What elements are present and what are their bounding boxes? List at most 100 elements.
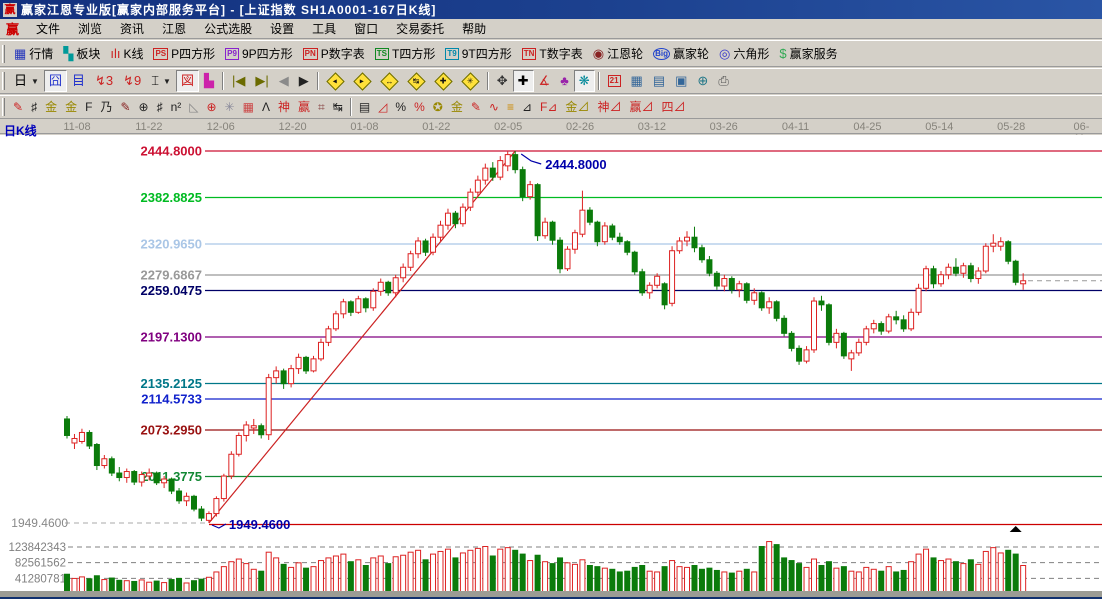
gold-circle-button[interactable]: ✪	[429, 96, 447, 118]
compress-button[interactable]: ↔	[376, 70, 403, 92]
menu-item-1[interactable]: 浏览	[69, 18, 111, 39]
s-ruler-button[interactable]: 乃	[96, 96, 116, 118]
t9-square-button[interactable]: T9 9T四方形	[440, 43, 516, 65]
p9-square-button[interactable]: P9 9P四方形	[220, 43, 297, 65]
shift-left-button[interactable]: ◂	[322, 70, 349, 92]
crosshair-button[interactable]: ✚	[512, 70, 534, 92]
span-tool-button[interactable]: ↹	[329, 96, 347, 118]
band-lines-button[interactable]: ∿	[485, 96, 503, 118]
dropdown-arrow-icon[interactable]: ▼	[31, 77, 39, 86]
menu-item-3[interactable]: 江恩	[153, 18, 195, 39]
candle-9-button[interactable]: ↯9	[118, 70, 146, 92]
number-grid-icon: ⌗	[318, 100, 325, 114]
toolbar-separator	[486, 72, 489, 90]
gann-wheel-button[interactable]: ◉ 江恩轮	[588, 43, 648, 65]
menu-item-4[interactable]: 公式选股	[195, 18, 261, 39]
t-square-button[interactable]: TS T四方形	[370, 43, 441, 65]
menu-item-9[interactable]: 帮助	[453, 18, 495, 39]
menu-item-0[interactable]: 文件	[27, 18, 69, 39]
angle-line-f-button[interactable]: F⊿	[536, 96, 561, 118]
menu-item-8[interactable]: 交易委托	[387, 18, 453, 39]
menu-item-7[interactable]: 窗口	[345, 18, 387, 39]
t-number-button[interactable]: TN T数字表	[517, 43, 588, 65]
square-ruler-button[interactable]: n²	[167, 96, 186, 118]
dropdown-arrow-icon[interactable]: ▼	[163, 77, 171, 86]
span-icon: ↹	[332, 100, 343, 114]
marker-tool-button[interactable]: ✎	[116, 96, 134, 118]
gann-box-button[interactable]: ▦	[239, 96, 258, 118]
percent-tool-button[interactable]: %	[391, 96, 410, 118]
gold-ruler2-button[interactable]: 金	[61, 96, 81, 118]
period-button[interactable]: 日 ▼	[9, 70, 44, 92]
candle-3-button[interactable]: ↯3	[90, 70, 118, 92]
print-button[interactable]: ⎙	[713, 70, 733, 92]
p-square-button[interactable]: PS P四方形	[148, 43, 220, 65]
kline-chart[interactable]: 123842343 82561562 41280781 2444.8000 2382.8…	[0, 135, 1102, 599]
brush-tool-button[interactable]: ✎	[9, 96, 27, 118]
gann-target-button[interactable]: ⊕	[202, 96, 220, 118]
color-volume-button[interactable]: ▙	[199, 70, 219, 92]
zoom-all-button[interactable]: ✚	[430, 70, 457, 92]
date-label: 11-08	[63, 121, 91, 133]
percent-brush-button[interactable]: ✎	[467, 96, 485, 118]
shen-ruler-button[interactable]: 神	[274, 96, 294, 118]
angle-line-gold-button[interactable]: 金⊿	[561, 96, 593, 118]
winner-wheel-button[interactable]: Big 赢家轮	[648, 43, 714, 65]
angle-line-four-button[interactable]: 四⊿	[657, 96, 689, 118]
angle-line-button[interactable]: ⊿	[518, 96, 536, 118]
analysis-button[interactable]: ❋	[573, 70, 595, 92]
next-button[interactable]: ▶	[294, 70, 314, 92]
date-label: 03-26	[709, 121, 738, 133]
angle-line-win-button[interactable]: 赢⊿	[625, 96, 657, 118]
gold-ruler1-button[interactable]: 金	[41, 96, 61, 118]
gold-lines-button[interactable]: 金	[447, 96, 467, 118]
gold-bands-button[interactable]: ≡	[503, 96, 518, 118]
p-number-button[interactable]: PN P数字表	[298, 43, 370, 65]
angle-tool-button[interactable]: ∡	[534, 70, 556, 92]
prev-button[interactable]: ◀	[274, 70, 294, 92]
zoom-fit-button[interactable]: ✳	[457, 70, 484, 92]
service-button[interactable]: $ 赢家服务	[774, 43, 842, 65]
sync-button[interactable]: ⊕	[692, 70, 713, 92]
expand-button[interactable]: ↹	[403, 70, 430, 92]
first-page-button[interactable]: |◀	[227, 70, 250, 92]
date-label: 11-22	[135, 121, 163, 133]
memo-button[interactable]: ▤	[648, 70, 670, 92]
kline-button[interactable]: ılı K线	[105, 43, 148, 65]
app-logo-icon: 赢	[3, 2, 17, 17]
percent-line-button[interactable]: %	[410, 96, 429, 118]
cycle-ruler-button[interactable]: ⊕	[135, 96, 153, 118]
hatch-ruler-button[interactable]: ♯	[27, 96, 41, 118]
calendar-button[interactable]: 21	[603, 70, 626, 92]
menu-item-5[interactable]: 设置	[261, 18, 303, 39]
sectors-button[interactable]: ▚ 板块	[58, 43, 105, 65]
shift-right-button[interactable]: ▸	[349, 70, 376, 92]
pan-tool-button[interactable]: ✥	[492, 70, 513, 92]
angle-line-shen-button[interactable]: 神⊿	[593, 96, 625, 118]
percent-fan-button[interactable]: ◿	[374, 96, 391, 118]
win-ruler-button[interactable]: 赢	[294, 96, 314, 118]
last-page-button[interactable]: ▶|	[250, 70, 273, 92]
gann-star-button[interactable]: ✳	[221, 96, 239, 118]
highlight-button[interactable]: 図	[175, 70, 199, 92]
save-button[interactable]: ▣	[670, 70, 692, 92]
candle-style-button[interactable]: ⌶ ▼	[146, 70, 176, 92]
calculator-button[interactable]: ▦	[626, 70, 648, 92]
tick-ruler-button[interactable]: ♯	[153, 96, 167, 118]
chart-mode-button[interactable]: 囧	[43, 70, 67, 92]
protractor-button[interactable]: ◺	[185, 96, 202, 118]
memo-icon: ▤	[652, 73, 666, 88]
number-ruler-button[interactable]: ⌗	[314, 96, 329, 118]
info-panel-button[interactable]: 目	[67, 70, 90, 92]
toolbar-button-label: 赢家服务	[789, 47, 838, 61]
wave-tool-button[interactable]: Ʌ	[258, 96, 274, 118]
menu-item-6[interactable]: 工具	[303, 18, 345, 39]
band-icon: ∿	[488, 100, 499, 114]
gann-shape-button[interactable]: ♣	[555, 70, 574, 92]
hexagon-button[interactable]: ◎ 六角形	[714, 43, 774, 65]
menu-item-2[interactable]: 资讯	[111, 18, 153, 39]
quotes-button[interactable]: ▦ 行情	[9, 43, 58, 65]
f-ruler-button[interactable]: F	[81, 96, 96, 118]
scale-panel-button[interactable]: ▤	[355, 96, 374, 118]
tn-icon: TN	[521, 47, 537, 60]
